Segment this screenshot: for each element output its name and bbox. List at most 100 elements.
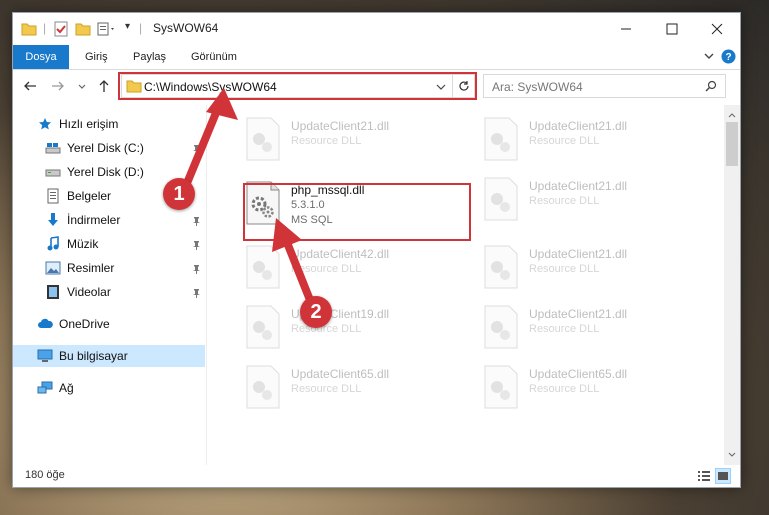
documents-icon [45,188,61,204]
drive-icon [45,140,61,156]
sidebar-item-label: İndirmeler [67,213,121,227]
sidebar-item-pictures[interactable]: Resimler [45,257,205,279]
file-name: UpdateClient21.dll [529,119,628,133]
callout-number-two: 2 [300,296,332,328]
sidebar-item-label: Ağ [59,381,74,395]
scroll-down-icon[interactable] [728,448,736,462]
file-tile[interactable]: UpdateClient21.dll Resource DLL [477,241,697,293]
file-description: Resource DLL [291,323,362,335]
sidebar-item-local-disk-c[interactable]: Yerel Disk (C:) [45,137,205,159]
details-view-icon[interactable] [697,469,711,486]
file-tile[interactable]: UpdateClient65.dll Resource DLL [477,361,697,413]
dll-file-icon [483,245,519,289]
sidebar-item-label: Resimler [67,261,115,275]
ribbon-tabs: Dosya Giriş Paylaş Görünüm ? [13,45,740,70]
dll-file-icon [483,177,519,221]
file-tile[interactable]: UpdateClient19.dll Resource DLL [239,301,459,353]
dll-file-icon [483,117,519,161]
properties-icon[interactable] [53,21,69,37]
file-description: Resource DLL [529,135,600,147]
tab-file[interactable]: Dosya [13,45,69,69]
file-description: Resource DLL [529,195,600,207]
pin-icon [192,287,201,301]
dll-file-icon [245,305,281,349]
sidebar-item-label: Videolar [67,285,111,299]
minimize-button[interactable] [603,13,649,45]
file-description: Resource DLL [529,323,600,335]
cloud-icon [37,316,53,332]
file-description: Resource DLL [291,263,362,275]
large-icons-view-icon[interactable] [715,468,731,484]
file-name: UpdateClient21.dll [529,307,628,321]
sidebar-item-label: Bu bilgisayar [59,349,128,363]
sidebar-item-downloads[interactable]: İndirmeler [45,209,205,231]
dll-file-icon [483,305,519,349]
sidebar-item-videos[interactable]: Videolar [45,281,205,303]
file-list: UpdateClient21.dll Resource DLL UpdateCl… [207,105,724,465]
file-highlight-box [243,183,471,241]
sidebar-item-music[interactable]: Müzik [45,233,205,255]
file-tile[interactable]: UpdateClient21.dll Resource DLL [239,113,459,165]
file-name: UpdateClient21.dll [529,247,628,261]
videos-icon [45,284,61,300]
tab-view[interactable]: Görünüm [191,45,237,69]
up-button[interactable] [97,79,111,96]
window-title: SysWOW64 [153,21,219,35]
sidebar-item-quick-access[interactable]: Hızlı erişim [37,113,205,135]
sidebar-item-label: OneDrive [59,317,110,331]
close-button[interactable] [694,13,740,45]
vertical-scrollbar[interactable] [724,105,740,465]
network-icon [37,380,53,396]
sidebar-item-label: Belgeler [67,189,112,203]
tab-home[interactable]: Giriş [85,45,108,69]
dll-file-icon [245,245,281,289]
dll-file-icon [245,117,281,161]
drive-icon [45,164,61,180]
forward-button[interactable] [51,79,65,96]
expand-ribbon-icon[interactable] [703,50,715,65]
pin-icon [192,239,201,253]
music-icon [45,236,61,252]
file-tile[interactable]: UpdateClient21.dll Resource DLL [477,301,697,353]
help-icon[interactable]: ? [721,49,736,67]
file-description: Resource DLL [529,383,600,395]
star-icon [37,116,53,132]
rename-icon[interactable] [97,21,117,37]
sidebar-item-onedrive[interactable]: OneDrive [37,313,205,335]
title-bar: | ▾ | SysWOW64 [13,13,740,45]
sidebar-item-label: Yerel Disk (C:) [67,141,144,155]
new-folder-icon[interactable] [75,21,91,37]
explorer-window: | ▾ | SysWOW64 Dosya Giriş Paylaş Görünü… [12,12,741,488]
customize-toolbar-icon[interactable]: ▾ [125,21,130,37]
back-button[interactable] [23,79,37,96]
separator: | [139,21,143,35]
recent-locations-icon[interactable] [77,79,87,96]
scroll-up-icon[interactable] [728,108,736,122]
sidebar-item-this-pc[interactable]: Bu bilgisayar [13,345,205,367]
navigation-pane: Hızlı erişim Yerel Disk (C:) Yerel Disk … [13,105,207,465]
search-box[interactable]: Ara: SysWOW64 [483,74,726,98]
file-tile[interactable]: UpdateClient21.dll Resource DLL [477,173,697,225]
sidebar-item-label: Hızlı erişim [59,117,119,131]
sidebar-item-network[interactable]: Ağ [37,377,205,399]
sidebar-item-label: Müzik [67,237,99,251]
file-tile[interactable]: UpdateClient21.dll Resource DLL [477,113,697,165]
search-icon [705,80,717,95]
file-tile[interactable]: UpdateClient65.dll Resource DLL [239,361,459,413]
separator: | [43,21,47,35]
tab-share[interactable]: Paylaş [133,45,166,69]
file-tile[interactable]: UpdateClient42.dll Resource DLL [239,241,459,293]
scrollbar-thumb[interactable] [726,122,738,166]
download-icon [45,212,61,228]
status-bar: 180 öğe [13,465,740,487]
pictures-icon [45,260,61,276]
file-name: UpdateClient65.dll [529,367,628,381]
file-name: UpdateClient21.dll [291,119,390,133]
file-description: Resource DLL [291,383,362,395]
folder-icon [21,21,37,37]
search-input[interactable]: Ara: SysWOW64 [492,80,583,94]
maximize-button[interactable] [649,13,695,45]
computer-icon [37,348,53,364]
file-name: UpdateClient42.dll [291,247,390,261]
sidebar-item-label: Yerel Disk (D:) [67,165,144,179]
